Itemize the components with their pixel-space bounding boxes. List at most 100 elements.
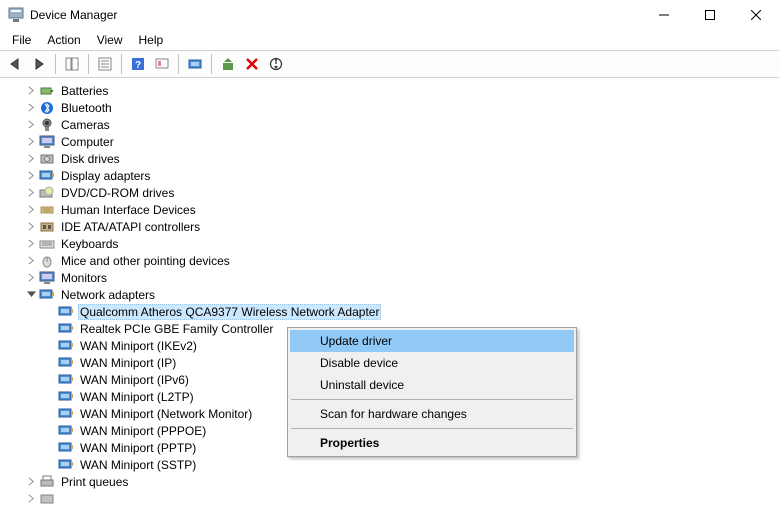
monitor-icon <box>39 270 55 286</box>
network-adapter-icon <box>58 406 74 422</box>
ctx-uninstall-device[interactable]: Uninstall device <box>290 374 574 396</box>
action-center-button[interactable] <box>151 53 173 75</box>
device-icon <box>39 491 55 507</box>
computer-icon <box>39 134 55 150</box>
close-button[interactable] <box>733 0 779 30</box>
expander-placeholder <box>42 355 58 371</box>
tree-node-disk-drives[interactable]: Disk drives <box>4 150 779 167</box>
network-adapter-icon <box>58 457 74 473</box>
tree-node-mice[interactable]: Mice and other pointing devices <box>4 252 779 269</box>
battery-icon <box>39 83 55 99</box>
tree-node-print-queues[interactable]: Print queues <box>4 473 779 490</box>
scan-hardware-button[interactable] <box>184 53 206 75</box>
tree-node-batteries[interactable]: Batteries <box>4 82 779 99</box>
tree-node-network-child[interactable]: Qualcomm Atheros QCA9377 Wireless Networ… <box>4 303 779 320</box>
maximize-button[interactable] <box>687 0 733 30</box>
app-icon <box>8 7 24 23</box>
expander-placeholder <box>42 304 58 320</box>
expander-icon[interactable] <box>23 100 39 116</box>
tree-node-network-adapters[interactable]: Network adapters <box>4 286 779 303</box>
show-hide-tree-button[interactable] <box>61 53 83 75</box>
window-title: Device Manager <box>30 8 117 22</box>
tree-node-label: Realtek PCIe GBE Family Controller <box>78 322 275 336</box>
tree-node-label: WAN Miniport (IP) <box>78 356 178 370</box>
network-adapter-icon <box>58 372 74 388</box>
forward-button[interactable] <box>28 53 50 75</box>
expander-icon[interactable] <box>23 168 39 184</box>
menu-file[interactable]: File <box>4 31 39 49</box>
tree-node-bluetooth[interactable]: Bluetooth <box>4 99 779 116</box>
network-adapter-icon <box>58 423 74 439</box>
network-adapter-icon <box>58 440 74 456</box>
tree-node-monitors[interactable]: Monitors <box>4 269 779 286</box>
svg-text:?: ? <box>135 60 141 71</box>
printer-icon <box>39 474 55 490</box>
tree-node-cameras[interactable]: Cameras <box>4 116 779 133</box>
mouse-icon <box>39 253 55 269</box>
expander-placeholder <box>42 321 58 337</box>
expander-icon[interactable] <box>23 236 39 252</box>
network-adapter-icon <box>58 304 74 320</box>
tree-node-more[interactable] <box>4 490 779 507</box>
tree-node-ide[interactable]: IDE ATA/ATAPI controllers <box>4 218 779 235</box>
display-adapter-icon <box>39 168 55 184</box>
expander-icon[interactable] <box>23 134 39 150</box>
tree-node-hid[interactable]: Human Interface Devices <box>4 201 779 218</box>
ctx-disable-device[interactable]: Disable device <box>290 352 574 374</box>
tree-node-dvd[interactable]: DVD/CD-ROM drives <box>4 184 779 201</box>
tree-node-computer[interactable]: Computer <box>4 133 779 150</box>
ctx-update-driver[interactable]: Update driver <box>290 330 574 352</box>
network-adapter-icon <box>58 389 74 405</box>
expander-placeholder <box>42 338 58 354</box>
expander-icon[interactable] <box>23 287 39 303</box>
bluetooth-icon <box>39 100 55 116</box>
expander-icon[interactable] <box>23 151 39 167</box>
help-button[interactable]: ? <box>127 53 149 75</box>
keyboard-icon <box>39 236 55 252</box>
toolbar: ? <box>0 50 779 78</box>
expander-icon[interactable] <box>23 491 39 507</box>
expander-placeholder <box>42 406 58 422</box>
expander-icon[interactable] <box>23 202 39 218</box>
ctx-scan-hardware[interactable]: Scan for hardware changes <box>290 403 574 425</box>
back-button[interactable] <box>4 53 26 75</box>
expander-icon[interactable] <box>23 474 39 490</box>
ctx-properties[interactable]: Properties <box>290 432 574 454</box>
tree-node-label: WAN Miniport (PPTP) <box>78 441 198 455</box>
properties-button[interactable] <box>94 53 116 75</box>
tree-node-label: WAN Miniport (L2TP) <box>78 390 196 404</box>
expander-icon[interactable] <box>23 270 39 286</box>
expander-icon[interactable] <box>23 117 39 133</box>
tree-node-label: Qualcomm Atheros QCA9377 Wireless Networ… <box>78 304 381 320</box>
ctx-separator <box>291 399 573 400</box>
uninstall-button[interactable] <box>241 53 263 75</box>
minimize-button[interactable] <box>641 0 687 30</box>
menu-help[interactable]: Help <box>131 31 172 49</box>
expander-icon[interactable] <box>23 83 39 99</box>
expander-icon[interactable] <box>23 219 39 235</box>
context-menu: Update driver Disable device Uninstall d… <box>287 327 577 457</box>
tree-node-label: WAN Miniport (SSTP) <box>78 458 198 472</box>
tree-node-display-adapters[interactable]: Display adapters <box>4 167 779 184</box>
disk-icon <box>39 151 55 167</box>
tree-node-network-child[interactable]: WAN Miniport (SSTP) <box>4 456 779 473</box>
tree-node-label: WAN Miniport (PPPOE) <box>78 424 208 438</box>
title-bar: Device Manager <box>0 0 779 30</box>
expander-placeholder <box>42 457 58 473</box>
menu-action[interactable]: Action <box>39 31 88 49</box>
tree-node-label: WAN Miniport (IPv6) <box>78 373 191 387</box>
ide-icon <box>39 219 55 235</box>
tree-node-label: WAN Miniport (IKEv2) <box>78 339 199 353</box>
update-driver-button[interactable] <box>217 53 239 75</box>
tree-node-keyboards[interactable]: Keyboards <box>4 235 779 252</box>
menu-bar: File Action View Help <box>0 30 779 50</box>
disable-button[interactable] <box>265 53 287 75</box>
network-adapter-icon <box>58 355 74 371</box>
expander-placeholder <box>42 372 58 388</box>
hid-icon <box>39 202 55 218</box>
expander-icon[interactable] <box>23 185 39 201</box>
menu-view[interactable]: View <box>89 31 131 49</box>
expander-icon[interactable] <box>23 253 39 269</box>
expander-placeholder <box>42 440 58 456</box>
ctx-separator <box>291 428 573 429</box>
